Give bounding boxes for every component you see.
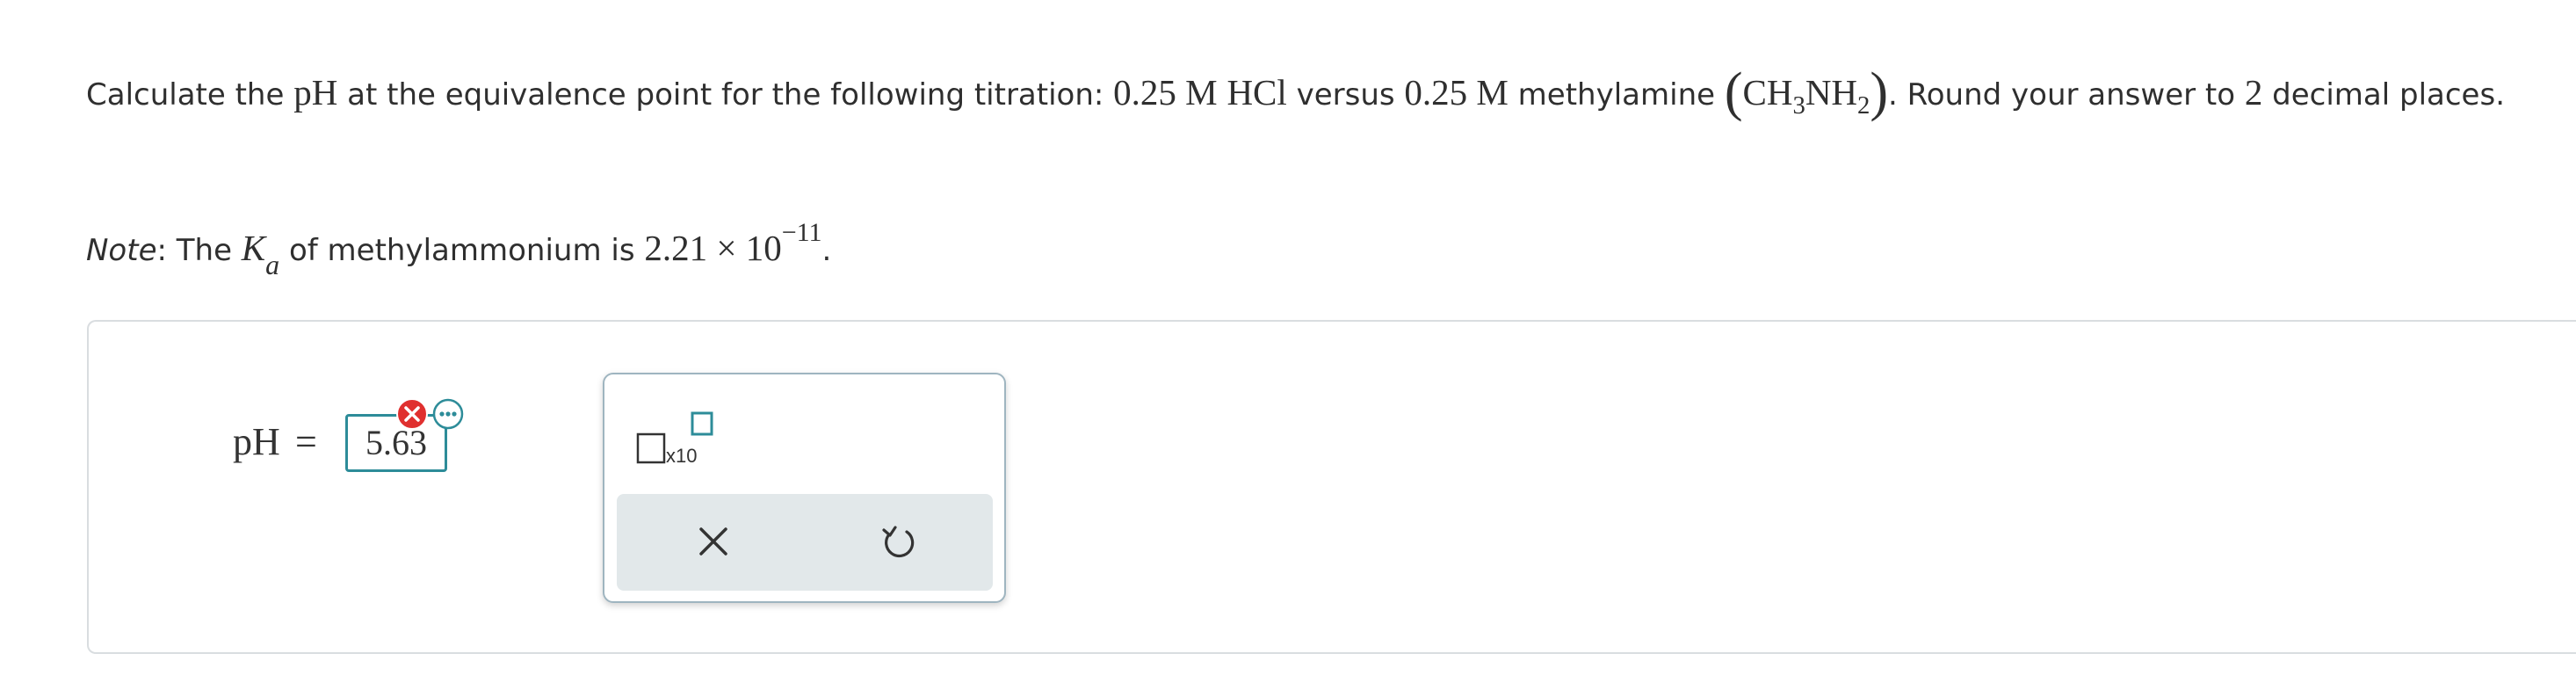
question-text: Calculate the pH at the equivalence poin… bbox=[86, 62, 2505, 122]
clear-x-icon[interactable] bbox=[687, 515, 740, 568]
scientific-notation-button[interactable]: x10 bbox=[636, 410, 724, 471]
ka-value: 2.21 × 10−11 bbox=[644, 218, 822, 268]
answer-label: pH bbox=[233, 420, 280, 463]
base-concentration: 0.25 M bbox=[1404, 72, 1509, 113]
ka-symbol: Ka bbox=[241, 228, 280, 280]
incorrect-x-icon bbox=[396, 398, 428, 430]
equals-sign: = bbox=[295, 420, 317, 463]
palette-action-bar bbox=[617, 494, 993, 591]
scientific-notation-label: x10 bbox=[666, 445, 698, 467]
acid-formula: HCl bbox=[1226, 72, 1287, 113]
more-options-icon[interactable] bbox=[431, 397, 465, 431]
math-palette: x10 bbox=[603, 373, 1006, 603]
note-text: Note: The Ka of methylammonium is 2.21 ×… bbox=[86, 218, 832, 280]
methylamine-formula: (CH3NH2) bbox=[1724, 62, 1889, 122]
answer-panel bbox=[87, 320, 2576, 654]
undo-icon[interactable] bbox=[872, 515, 924, 568]
acid-concentration: 0.25 M bbox=[1113, 72, 1218, 113]
